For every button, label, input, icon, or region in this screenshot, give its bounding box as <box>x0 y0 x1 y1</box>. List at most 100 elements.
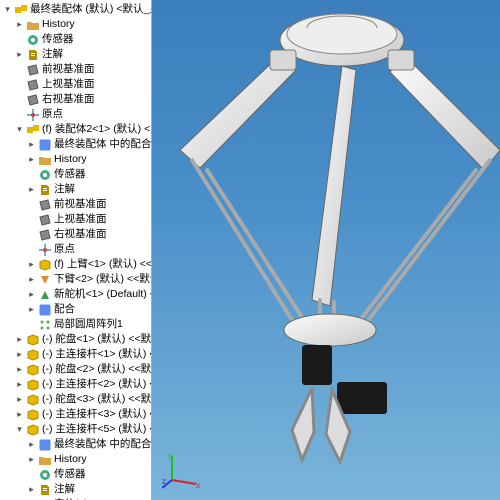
tree-item-label: 新舵机<1> (Default) <Defa <box>54 287 151 302</box>
expand-icon[interactable]: ▸ <box>26 439 37 450</box>
tree-item[interactable]: 上视基准面 <box>0 212 151 227</box>
tree-item-label: History <box>42 17 75 32</box>
mate-icon: ⌀ <box>38 138 52 152</box>
expand-icon[interactable]: ▸ <box>14 19 25 30</box>
part-icon <box>38 258 52 272</box>
no-expand <box>26 469 37 480</box>
tree-item[interactable]: ▸ (f) 上臂<1> (默认) <<默认> <box>0 257 151 272</box>
tree-item-label: 注解 <box>54 482 75 497</box>
svg-text:⌀: ⌀ <box>42 306 47 315</box>
collapse-icon[interactable]: ▾ <box>14 124 25 135</box>
expand-icon[interactable]: ▸ <box>26 274 37 285</box>
expand-icon[interactable]: ▸ <box>26 484 37 495</box>
plane-icon <box>26 63 40 77</box>
expand-icon[interactable]: ▸ <box>14 49 25 60</box>
tree-item-label: 原点 <box>42 107 63 122</box>
3d-viewport[interactable]: x y z <box>152 0 500 500</box>
tree-item[interactable]: ▸ (-) 主连接杆<3> (默认) <<默认>_显 <box>0 407 151 422</box>
view-triad[interactable]: x y z <box>162 450 202 490</box>
tree-item[interactable]: 传感器 <box>0 32 151 47</box>
tree-item-label: (-) 舵盘<1> (默认) <<默认>_显 <box>42 332 151 347</box>
tree-item-label: 原点 <box>54 242 75 257</box>
app-root: ▾最终装配体 (默认) <默认_显示状态-1>▸History传感器▸注解前视基… <box>0 0 500 500</box>
collapse-icon[interactable]: ▾ <box>14 424 25 435</box>
tree-item[interactable]: ▸History <box>0 452 151 467</box>
expand-icon[interactable]: ▸ <box>26 154 37 165</box>
expand-icon[interactable]: ▸ <box>26 454 37 465</box>
tree-item-label: (f) 上臂<1> (默认) <<默认> <box>54 257 151 272</box>
part-icon <box>26 408 40 422</box>
tree-item[interactable]: ▸⌀最终装配体 中的配合 <box>0 137 151 152</box>
axis-y-label: y <box>168 451 172 460</box>
tree-item[interactable]: ▸注解 <box>0 47 151 62</box>
tree-item[interactable]: 传感器 <box>0 167 151 182</box>
tree-item[interactable]: ▾ (-) 主连接杆<5> (默认) <<默认>_显 <box>0 422 151 437</box>
tree-item-label: 右视基准面 <box>42 92 95 107</box>
tree-item[interactable]: ▾(f) 装配体2<1> (默认) <默认_显示 <box>0 122 151 137</box>
tree-item[interactable]: 原点 <box>0 242 151 257</box>
no-expand <box>14 109 25 120</box>
tree-item[interactable]: 右视基准面 <box>0 227 151 242</box>
no-expand <box>26 229 37 240</box>
tree-item[interactable]: ▸ 注解 <box>0 482 151 497</box>
expand-icon[interactable]: ▸ <box>26 139 37 150</box>
tree-item[interactable]: ▾最终装配体 (默认) <默认_显示状态-1> <box>0 2 151 17</box>
collapse-icon[interactable]: ▾ <box>2 4 13 15</box>
model-render <box>152 0 500 500</box>
expand-icon[interactable]: ▸ <box>14 379 25 390</box>
tree-item[interactable]: ▸ 注解 <box>0 182 151 197</box>
folder-icon <box>26 18 40 32</box>
svg-text:⌀: ⌀ <box>42 141 47 150</box>
expand-icon[interactable]: ▸ <box>26 184 37 195</box>
tree-item[interactable]: ▸⌀最终装配体 中的配合 <box>0 437 151 452</box>
no-expand <box>14 64 25 75</box>
arrow-up-icon <box>38 288 52 302</box>
no-expand <box>14 94 25 105</box>
no-expand <box>26 319 37 330</box>
tree-item[interactable]: ▸History <box>0 152 151 167</box>
feature-tree-panel[interactable]: ▾最终装配体 (默认) <默认_显示状态-1>▸History传感器▸注解前视基… <box>0 0 152 500</box>
expand-icon[interactable]: ▸ <box>14 394 25 405</box>
tree-item[interactable]: 右视基准面 <box>0 92 151 107</box>
asm-icon <box>26 123 40 137</box>
tree-item-label: 前视基准面 <box>42 62 95 77</box>
plane-icon <box>38 228 52 242</box>
tree-item[interactable]: ▸下臂<2> (默认) <<默认 <box>0 272 151 287</box>
tree-item[interactable]: 局部圆周阵列1 <box>0 317 151 332</box>
tree-item-label: 注解 <box>54 182 75 197</box>
expand-icon[interactable]: ▸ <box>26 304 37 315</box>
tree-item[interactable]: 传感器 <box>0 467 151 482</box>
sensor-icon <box>38 168 52 182</box>
folder-icon <box>38 453 52 467</box>
plane-icon <box>38 213 52 227</box>
tree-item-label: (-) 主连接杆<5> (默认) <<默认>_显 <box>42 422 151 437</box>
tree-item[interactable]: ▸⌀配合 <box>0 302 151 317</box>
tree-item-label: 最终装配体 中的配合 <box>54 437 151 452</box>
tree-item[interactable]: 前视基准面 <box>0 197 151 212</box>
tree-item[interactable]: ▸(-) 主连接杆<1> (默认) <<默认>_显 <box>0 347 151 362</box>
tree-item[interactable]: ▸ (-) 舵盘<1> (默认) <<默认>_显 <box>0 332 151 347</box>
part-icon <box>26 378 40 392</box>
expand-icon[interactable]: ▸ <box>26 259 37 270</box>
tree-item[interactable]: ▸ 新舵机<1> (Default) <Defa <box>0 287 151 302</box>
tree-item[interactable]: ▸(-) 舵盘<3> (默认) <<默认>_显 <box>0 392 151 407</box>
tree-item[interactable]: ▸ History <box>0 17 151 32</box>
tree-item[interactable]: ▸ (-) 主连接杆<2> (默认) <<默认>_显 <box>0 377 151 392</box>
tree-item-label: 传感器 <box>54 167 86 182</box>
plane-icon <box>26 93 40 107</box>
tree-item[interactable]: 前视基准面 <box>0 62 151 77</box>
tree-item[interactable]: 上视基准面 <box>0 77 151 92</box>
expand-icon[interactable]: ▸ <box>14 409 25 420</box>
expand-icon[interactable]: ▸ <box>14 349 25 360</box>
plane-icon <box>26 78 40 92</box>
expand-icon[interactable]: ▸ <box>14 334 25 345</box>
tree-item-label: 传感器 <box>54 467 86 482</box>
tree-item-label: (-) 主连接杆<2> (默认) <<默认>_显 <box>42 377 151 392</box>
expand-icon[interactable]: ▸ <box>14 364 25 375</box>
sensor-icon <box>26 33 40 47</box>
note-icon <box>38 183 52 197</box>
tree-item-label: (-) 主连接杆<3> (默认) <<默认>_显 <box>42 407 151 422</box>
tree-item[interactable]: ▸(-) 舵盘<2> (默认) <<默认>_显 <box>0 362 151 377</box>
tree-item[interactable]: 原点 <box>0 107 151 122</box>
expand-icon[interactable]: ▸ <box>26 289 37 300</box>
